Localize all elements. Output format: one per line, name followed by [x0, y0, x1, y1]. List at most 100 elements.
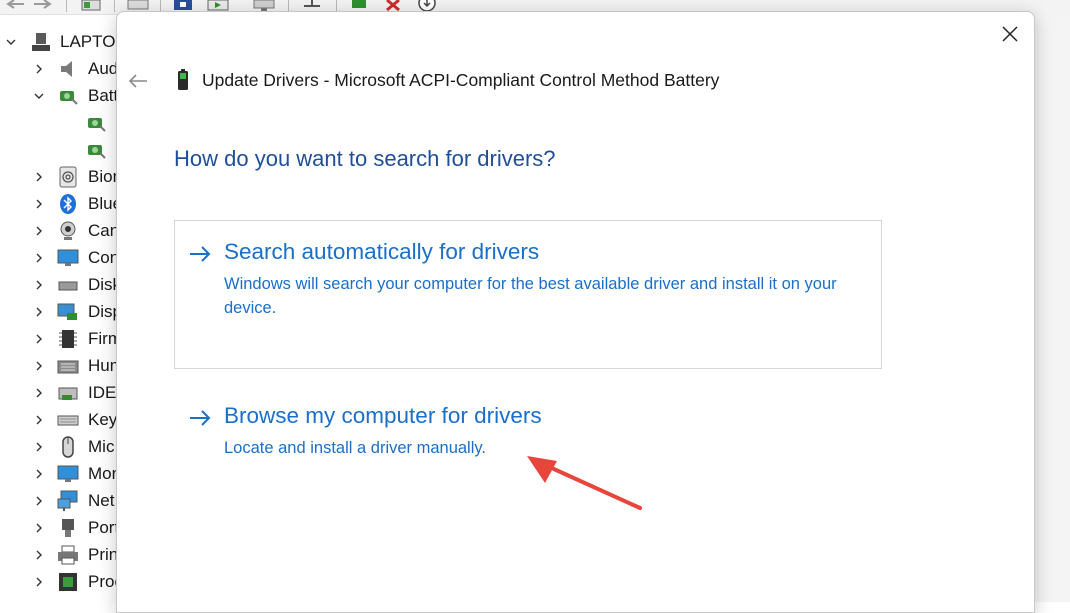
tree-item-label: Can — [88, 221, 116, 240]
close-icon — [1002, 26, 1018, 42]
tree-item-label: Bion — [88, 167, 116, 186]
tree-item-monitors[interactable]: Mon — [0, 460, 116, 487]
option-description: Windows will search your computer for th… — [224, 275, 837, 317]
tree-item-cameras[interactable]: Can — [0, 217, 116, 244]
search-question-heading: How do you want to search for drivers? — [174, 146, 556, 171]
search-automatically-option[interactable]: Search automatically for drivers Windows… — [174, 220, 882, 369]
option-title: Search automatically for drivers — [224, 239, 540, 264]
tree-item-label: Port — [88, 518, 116, 537]
chevron-right-icon[interactable] — [32, 332, 46, 346]
tree-subitem-battery-1[interactable] — [30, 109, 116, 136]
close-button[interactable] — [1000, 24, 1020, 44]
option-description: Locate and install a driver manually. — [224, 439, 487, 457]
chevron-right-icon[interactable] — [32, 359, 46, 373]
tree-item-label: Con — [88, 248, 116, 267]
arrow-right-icon — [190, 246, 211, 262]
chip-icon — [59, 329, 77, 348]
camera-icon — [60, 221, 76, 240]
battery-device-icon — [88, 144, 106, 159]
tree-item-firmware[interactable]: Firm — [0, 325, 116, 352]
device-tree: LAPTOP Aud Batt Bion Blue Can Con — [0, 28, 116, 602]
tree-item-label: Proc — [88, 572, 116, 591]
chevron-right-icon[interactable] — [32, 467, 46, 481]
arrow-right-icon — [190, 410, 211, 426]
tree-item-ide[interactable]: IDE — [0, 379, 116, 406]
chevron-right-icon[interactable] — [32, 62, 46, 76]
update-drivers-dialog: Update Drivers - Microsoft ACPI-Complian… — [116, 11, 1035, 613]
tree-item-label: Prin — [88, 545, 116, 564]
tree-item-hid[interactable]: Hum — [0, 352, 116, 379]
disk-drive-icon — [58, 281, 78, 290]
tree-item-label: Batt — [88, 86, 116, 105]
tree-item-keyboards[interactable]: Key — [0, 406, 116, 433]
keyboard-icon — [57, 415, 79, 425]
tree-item-mice[interactable]: Mic — [0, 433, 116, 460]
tree-item-label: Aud — [88, 59, 116, 78]
chevron-right-icon[interactable] — [32, 170, 46, 184]
processor-icon — [59, 572, 77, 591]
monitor-icon — [57, 249, 79, 266]
tree-item-batteries[interactable]: Batt — [0, 82, 116, 109]
chevron-right-icon[interactable] — [32, 521, 46, 535]
back-arrow-icon[interactable] — [4, 0, 26, 12]
tree-item-label: Net — [88, 491, 115, 510]
background-window-edge — [1034, 14, 1070, 602]
chevron-right-icon[interactable] — [32, 575, 46, 589]
tree-item-ports[interactable]: Port — [0, 514, 116, 541]
chevron-right-icon[interactable] — [32, 494, 46, 508]
browse-computer-option[interactable]: Browse my computer for drivers Locate an… — [174, 392, 882, 492]
bluetooth-icon — [60, 193, 76, 214]
tree-root[interactable]: LAPTOP — [0, 28, 116, 55]
tree-item-label: Blue — [88, 194, 116, 213]
tree-root-label: LAPTOP — [60, 32, 116, 51]
computer-icon — [32, 32, 50, 51]
tree-subitem-battery-2[interactable] — [30, 136, 116, 163]
chevron-right-icon[interactable] — [32, 251, 46, 265]
chevron-right-icon[interactable] — [32, 440, 46, 454]
chevron-down-icon[interactable] — [4, 35, 18, 49]
mouse-icon — [62, 435, 74, 458]
speaker-icon — [61, 60, 72, 77]
tree-item-label: Hum — [88, 356, 116, 375]
chevron-right-icon[interactable] — [32, 413, 46, 427]
tree-item-label: IDE — [88, 383, 116, 402]
ide-controller-icon — [58, 387, 78, 400]
toolbar-separator — [114, 0, 115, 12]
tree-item-label: Disp — [88, 302, 116, 321]
chevron-right-icon[interactable] — [32, 305, 46, 319]
printer-icon — [58, 545, 78, 564]
back-arrow-icon — [128, 74, 147, 88]
chevron-right-icon[interactable] — [32, 278, 46, 292]
tree-item-label: Key — [88, 410, 116, 429]
tree-item-label: Mon — [88, 464, 116, 483]
display-adapter-icon — [57, 303, 77, 320]
chevron-right-icon[interactable] — [32, 224, 46, 238]
properties-icon[interactable] — [80, 0, 102, 12]
battery-device-icon — [88, 117, 106, 132]
tree-item-disk[interactable]: Disk — [0, 271, 116, 298]
back-button[interactable] — [127, 70, 149, 92]
tree-item-network[interactable]: Net — [0, 487, 116, 514]
battery-device-icon — [60, 90, 78, 105]
monitor-icon — [57, 465, 79, 482]
keyboard-hand-icon — [57, 360, 79, 373]
chevron-right-icon[interactable] — [32, 386, 46, 400]
chevron-right-icon[interactable] — [32, 197, 46, 211]
tree-item-display[interactable]: Disp — [0, 298, 116, 325]
tree-item-audio[interactable]: Aud — [0, 55, 116, 82]
tree-item-bluetooth[interactable]: Blue — [0, 190, 116, 217]
fingerprint-icon — [59, 166, 77, 187]
tree-item-printers[interactable]: Prin — [0, 541, 116, 568]
chevron-down-icon[interactable] — [32, 89, 46, 103]
tree-item-computer[interactable]: Con — [0, 244, 116, 271]
tree-item-processors[interactable]: Proc — [0, 568, 116, 595]
tree-item-label: Firm — [88, 329, 116, 348]
tree-item-label: Disk — [88, 275, 116, 294]
port-icon — [62, 518, 74, 537]
option-title: Browse my computer for drivers — [224, 403, 542, 428]
chevron-right-icon[interactable] — [32, 548, 46, 562]
tree-item-biometric[interactable]: Bion — [0, 163, 116, 190]
toolbar-separator — [66, 0, 67, 12]
forward-arrow-icon[interactable] — [32, 0, 54, 12]
battery-icon — [178, 69, 188, 90]
